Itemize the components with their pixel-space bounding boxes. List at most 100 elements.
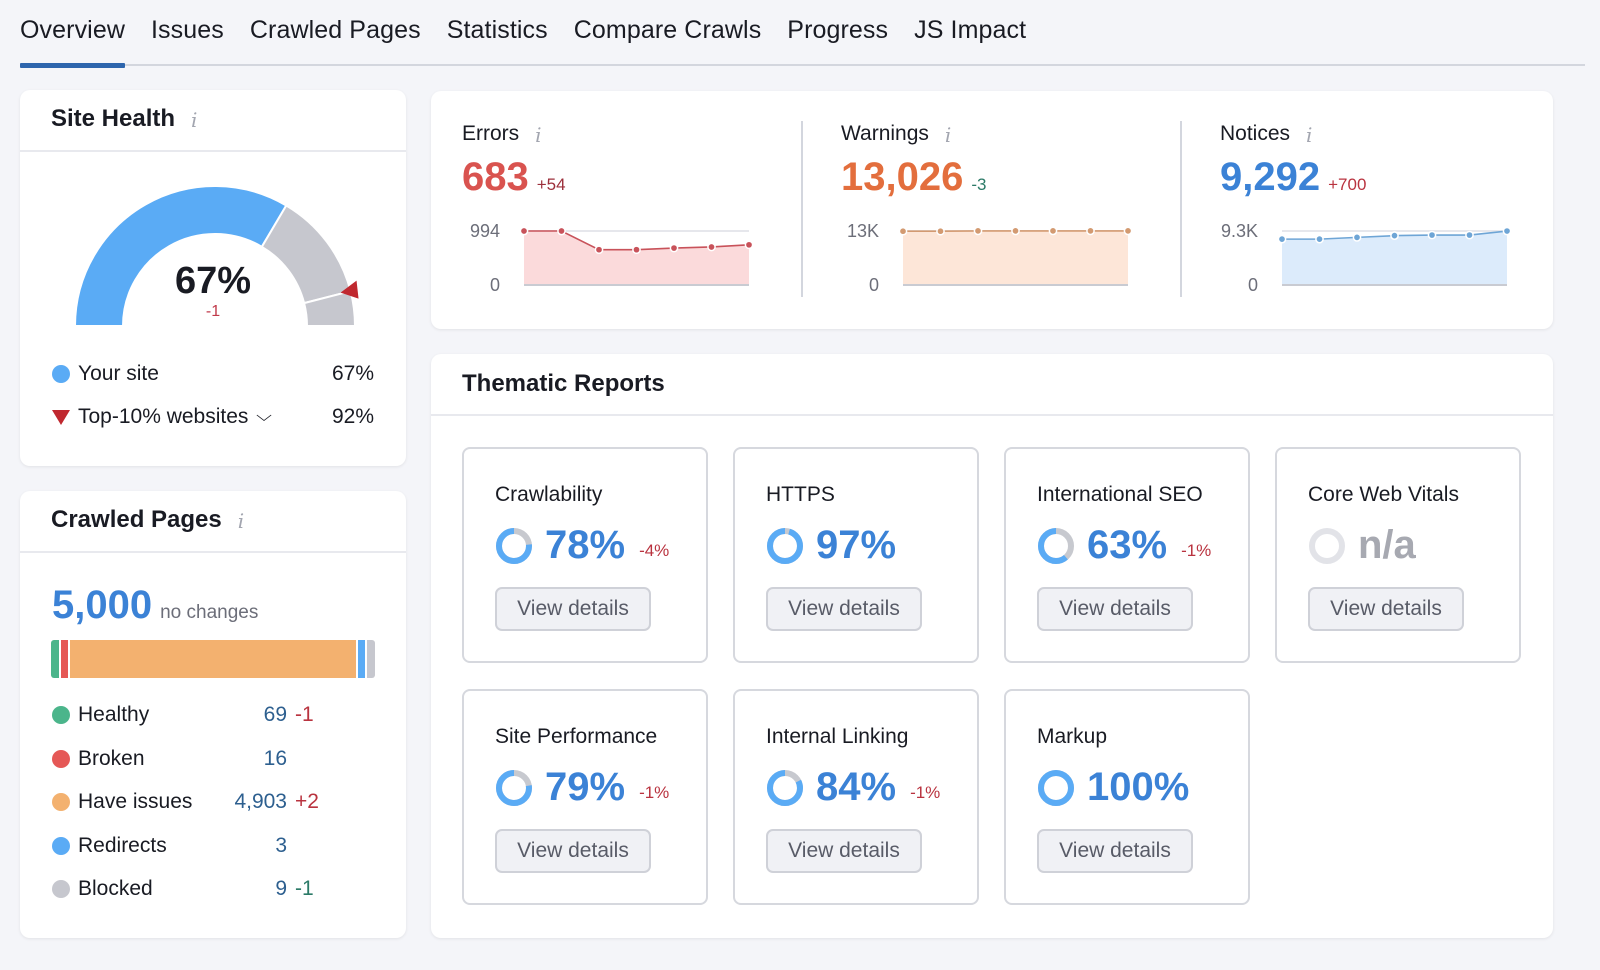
sparkline-point [936,226,945,236]
row-value[interactable]: 69 [197,703,287,727]
report-card-core-web-vitals: Core Web Vitals n/a View details [1275,447,1521,663]
report-name: International SEO [1037,483,1203,506]
donut-progress-icon [1038,527,1074,564]
bar-segment-healthy[interactable] [51,640,59,678]
crawled-pages-stacked-bar [51,640,375,678]
tab-issues[interactable]: Issues [151,0,224,66]
legend-top10[interactable]: Top-10% websites ⌵ 92% [52,405,374,429]
donut-fill [767,527,803,564]
crawled-row-healthy[interactable]: Healthy 69 -1 [52,703,352,727]
view-details-button[interactable]: View details [1037,587,1193,631]
info-icon[interactable]: i [535,122,541,148]
notices-column: Notices i 9,292 +700 9.3K 0 [1189,91,1559,329]
crawled-total-note: no changes [160,602,259,623]
your-site-dot-icon [52,365,70,383]
row-delta: +2 [295,790,319,813]
errors-column: Errors i 683 +54 994 0 [431,91,801,329]
bar-segment-redirects[interactable] [358,640,365,678]
y-min-label: 0 [1248,275,1258,291]
sparkline-point [632,245,641,255]
row-label: Redirects [78,833,167,857]
crawled-row-redirects[interactable]: Redirects 3 [52,834,352,858]
status-dot-icon [52,749,70,768]
sparkline-point [1315,234,1324,244]
report-name: Internal Linking [766,725,909,748]
chevron-down-icon[interactable]: ⌵ [257,408,273,426]
crawled-total-value[interactable]: 5,000 [52,583,152,628]
status-dot-icon [52,793,70,811]
sparkline-point [898,226,908,236]
donut-progress-icon [1309,527,1345,564]
bar-segment-blocked[interactable] [367,640,375,678]
report-score: 63% -1% [1037,523,1211,568]
sparkline-area [903,230,1128,285]
view-details-button[interactable]: View details [766,829,922,873]
info-icon[interactable]: i [945,122,951,148]
tab-statistics[interactable]: Statistics [447,0,548,66]
warnings-delta: -3 [971,175,987,194]
sparkline-point [1123,226,1133,236]
notices-title: Notices [1220,122,1291,145]
view-details-button[interactable]: View details [1037,829,1193,873]
warnings-column: Warnings i 13,026 -3 13K 0 [810,91,1180,329]
view-details-button[interactable]: View details [766,587,922,631]
donut-progress-icon [496,769,532,806]
crawled-total: 5,000 no changes [52,583,258,628]
report-name: Markup [1037,725,1108,748]
report-delta: -4% [639,540,670,560]
view-details-button[interactable]: View details [495,587,651,631]
report-score: 84% -1% [766,765,940,810]
row-value[interactable]: 3 [197,834,287,858]
crawled-row-have-issues[interactable]: Have issues 4,903 +2 [52,790,352,814]
site-health-title: Site Health [51,105,176,132]
thematic-reports-card: Thematic Reports Crawlability 78% -4% View … [431,354,1553,938]
row-value[interactable]: 9 [197,877,287,901]
notices-count[interactable]: 9,292 [1220,155,1320,200]
status-dot-icon [52,836,70,855]
bar-segment-broken[interactable] [61,640,68,678]
warnings-count[interactable]: 13,026 [841,155,963,200]
tab-overview[interactable]: Overview [20,0,125,68]
crawled-pages-header: Crawled Pages i [20,491,406,553]
divider [1180,121,1182,297]
sparkline-point [973,226,983,236]
site-health-header: Site Health i [20,90,406,152]
errors-count[interactable]: 683 [462,155,529,200]
notices-sparkline: 9.3K 0 [1221,221,1512,291]
row-label: Blocked [78,877,153,900]
row-label: Broken [78,746,145,770]
sparkline-point [1390,231,1399,240]
donut-progress-icon [1038,769,1074,806]
row-value[interactable]: 16 [197,747,287,771]
info-icon[interactable]: i [191,105,197,135]
report-card-crawlability: Crawlability 78% -4% View details [462,447,708,663]
tab-progress[interactable]: Progress [787,0,888,66]
row-value[interactable]: 4,903 [197,790,287,814]
sparkline-point [1465,230,1474,240]
view-details-button[interactable]: View details [495,829,651,873]
info-icon[interactable]: i [238,506,244,536]
tab-js-impact[interactable]: JS Impact [914,0,1026,66]
site-health-delta: -1 [205,303,221,320]
report-name: Crawlability [495,483,603,506]
crawled-row-broken[interactable]: Broken 16 [52,747,352,771]
status-dot-icon [52,880,70,898]
row-delta: -1 [295,877,314,900]
report-percent: 100% [1087,765,1190,809]
view-details-button[interactable]: View details [1308,587,1464,631]
report-percent: 79% [545,765,626,809]
info-icon[interactable]: i [1306,122,1312,148]
report-percent: 97% [816,523,897,567]
report-card-markup: Markup 100% View details [1004,689,1250,905]
legend-label: Top-10% websites [78,405,249,428]
tab-compare-crawls[interactable]: Compare Crawls [574,0,762,66]
tab-crawled-pages[interactable]: Crawled Pages [250,0,421,66]
crawled-pages-title: Crawled Pages [51,506,222,533]
row-delta: -1 [295,703,314,726]
crawled-row-blocked[interactable]: Blocked 9 -1 [52,877,352,901]
sparkline-point [1277,234,1287,244]
bar-segment-have-issues[interactable] [70,640,356,678]
report-delta: -1% [639,782,670,802]
sparkline-point [1352,233,1362,242]
site-health-score: 67% [174,260,252,302]
